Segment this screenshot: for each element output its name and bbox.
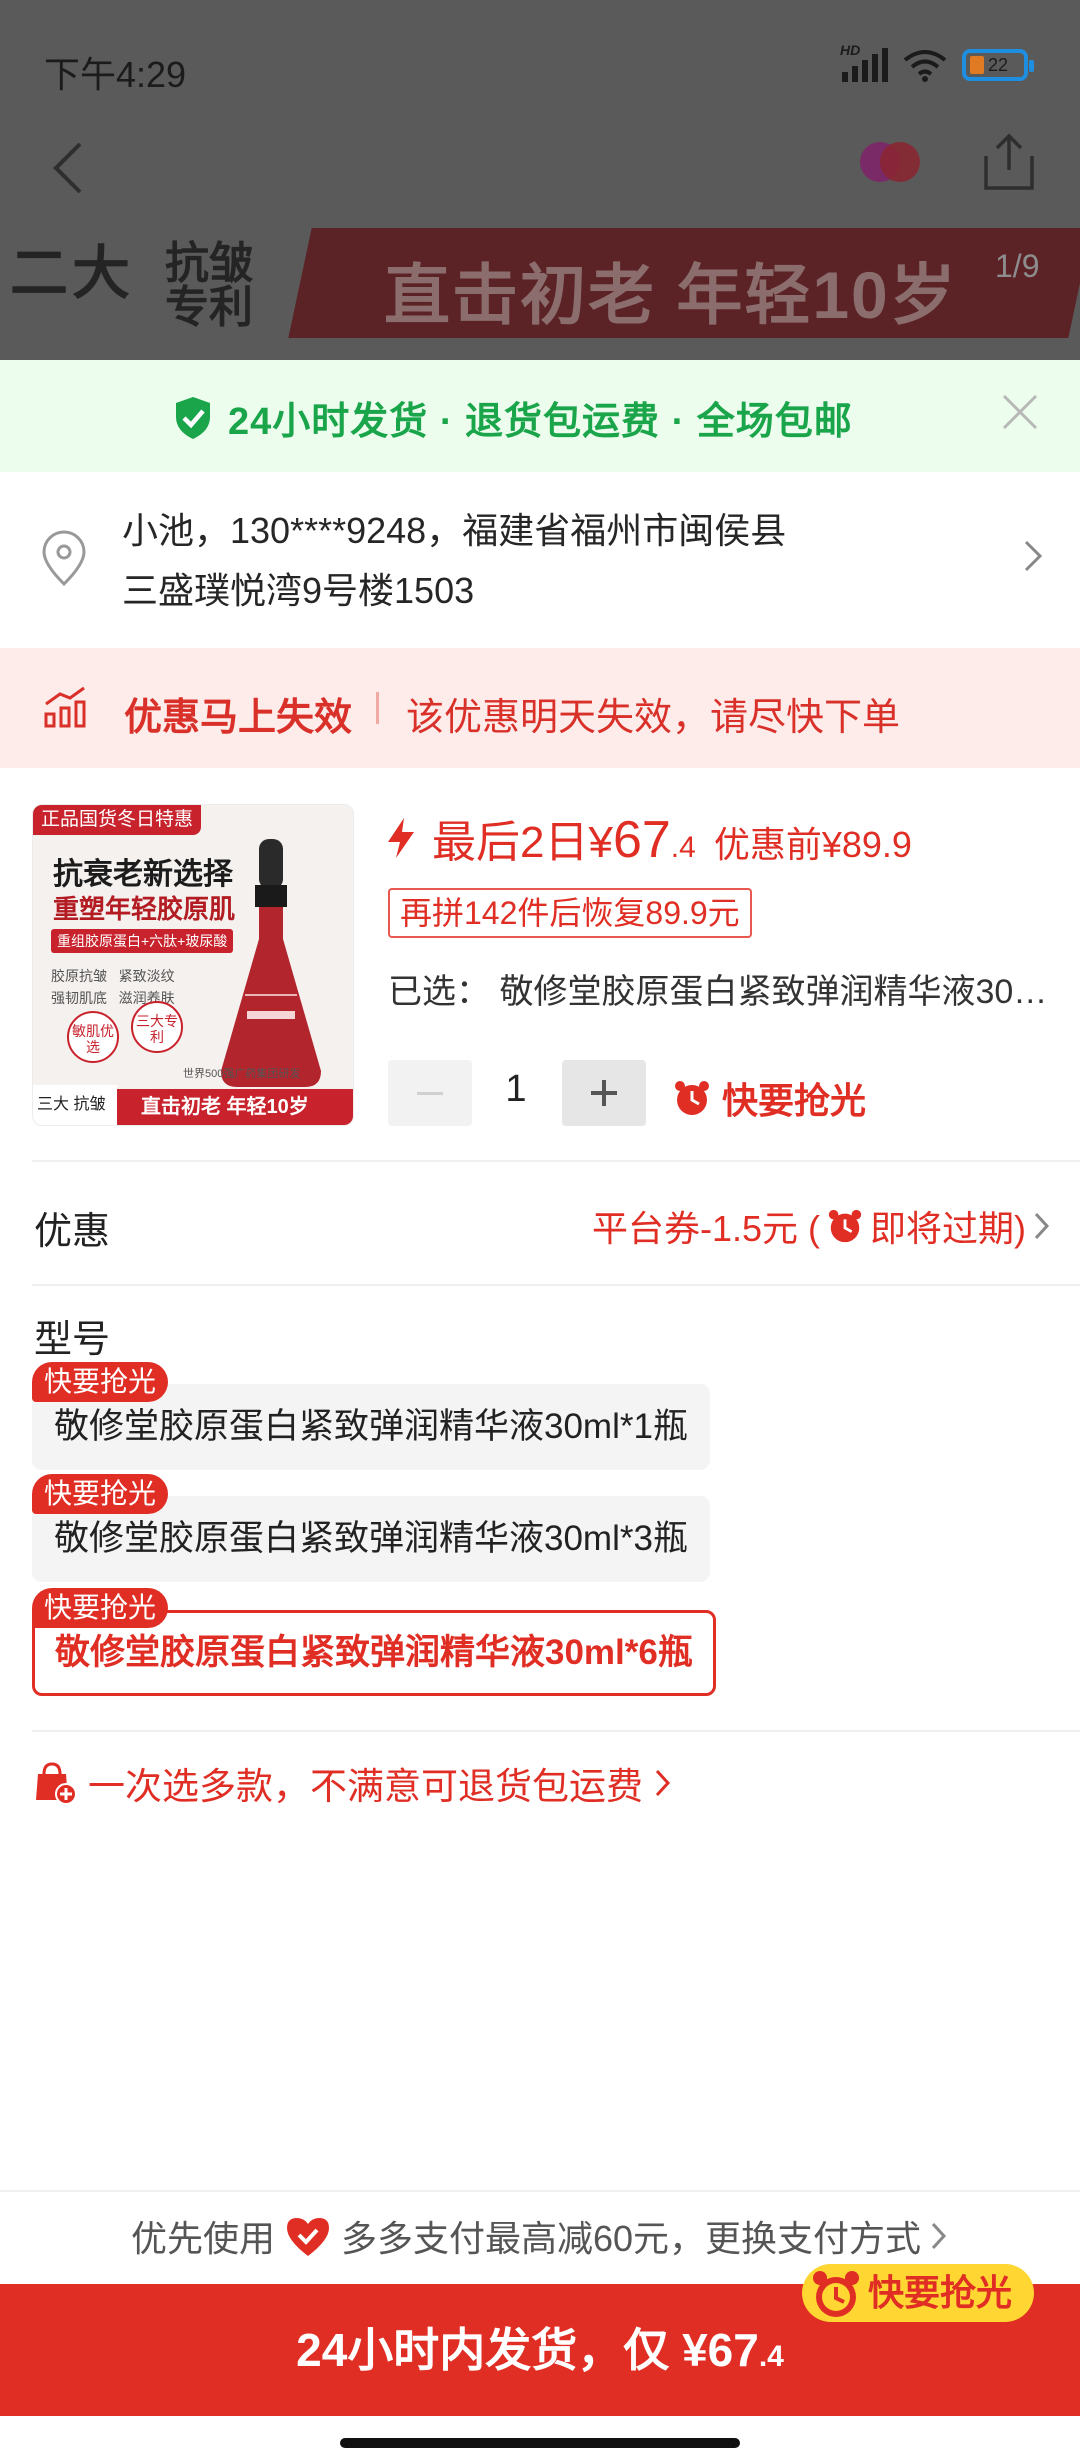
shield-check-icon [176,396,210,439]
original-price: 优惠前¥89.9 [713,824,912,865]
model-section-label: 型号 [34,1319,111,1361]
address-line-2: 三盛璞悦湾9号楼1503 [122,570,475,611]
banner-left-text: 二大 [10,241,135,306]
shipping-guarantee-text: 24小时发货 · 退货包运费 · 全场包邮 [228,401,853,443]
stock-warning: 快要抢光 [672,1072,866,1124]
alarm-clock-icon [813,2271,859,2317]
heart-shield-icon [286,2218,329,2256]
divider [32,1160,1080,1162]
promo-title: 优惠马上失效 [124,697,353,739]
cta-badge-text: 快要抢光 [868,2272,1013,2313]
coupon-value: 平台券-1.5元 ( [591,1208,820,1249]
option-stock-tag: 快要抢光 [32,1588,169,1628]
close-icon[interactable] [1000,392,1040,432]
divider [32,1730,1080,1732]
thumb-badge-sensitive: 敏肌优选 [67,1011,119,1063]
thumb-badge-patent: 三大专利 [131,1001,183,1053]
divider [32,1284,1080,1286]
thumb-ingredients: 重组胶原蛋白+六肽+玻尿酸 [51,929,234,953]
thumb-footer: 三大 抗皱专利 直击初老 年轻10岁 [33,1085,353,1125]
shipping-guarantee-bar: 24小时发货 · 退货包运费 · 全场包邮 [0,360,1080,472]
alarm-clock-icon [828,1209,862,1243]
brand-logo-icon [860,140,924,184]
divider [0,2190,1080,2192]
thumb-promo-tag: 正品国货冬日特惠 [33,805,202,835]
thumb-subhead: 重塑年轻胶原肌 [53,894,236,924]
selected-variant: 已选： 敬修堂胶原蛋白紧致弹润精华液30ml*6瓶 [388,973,1048,1011]
home-indicator[interactable] [340,2438,740,2448]
price-row: 最后2日¥ 67 .4 优惠前¥89.9 [384,806,912,870]
share-icon[interactable] [980,130,1038,192]
thumb-world-text: 世界500强广药集团研发 [183,1068,301,1080]
sku-selection-sheet: 24小时发货 · 退货包运费 · 全场包邮 小池，130****9248，福建省… [0,360,1080,2460]
battery-icon: 22 [962,49,1034,81]
restore-price-tag: 再拼142件后恢复89.9元 [388,888,752,938]
status-icons: HD 22 [840,42,1034,82]
coupon-label: 优惠 [34,1211,111,1253]
stock-warning-text: 快要抢光 [722,1080,867,1121]
thumb-feature: 强韧肌底 [51,990,107,1006]
product-gallery-backdrop: 下午4:29 HD 22 二大 抗皱专利 直击初老 年轻10岁 1/9 [0,0,1080,362]
chevron-right-icon [1024,540,1043,572]
promo-divider [376,692,379,724]
chevron-right-icon [931,2222,947,2250]
multi-select-promo[interactable]: 一次选多款，不满意可退货包运费 [32,1756,673,1810]
lightning-icon [388,818,414,858]
hd-label: HD [840,42,861,58]
address-line-1: 小池，130****9248，福建省福州市闽侯县 [122,510,787,551]
product-thumbnail[interactable]: 正品国货冬日特惠 抗衰老新选择 重塑年轻胶原肌 重组胶原蛋白+六肽+玻尿酸 胶原… [32,804,354,1126]
gallery-page-indicator: 1/9 [995,248,1040,284]
coupon-expiring: 即将过期) [870,1208,1026,1249]
payment-text: 多多支付最高减60元，更换支付方式 [340,2218,922,2259]
shipping-address[interactable]: 小池，130****9248，福建省福州市闽侯县 三盛璞悦湾9号楼1503 [0,472,1080,640]
coupon-selector[interactable]: 平台券-1.5元 ( 即将过期) [592,1200,1052,1252]
banner-main-text: 直击初老 年轻10岁 [384,258,958,332]
status-bar: 下午4:29 HD 22 [0,0,1080,130]
serum-bottle-icon [221,839,321,1087]
quantity-increase-button[interactable] [562,1060,646,1126]
chevron-right-icon [655,1769,671,1797]
location-pin-icon [42,530,86,587]
signal-icon: HD [840,42,888,82]
chevron-right-icon [1034,1212,1050,1240]
cta-stock-badge: 快要抢光 [802,2264,1035,2322]
back-arrow-icon[interactable] [44,138,92,198]
shopping-bag-plus-icon [36,1762,77,1805]
thumb-feature: 胶原抗皱 [51,968,107,984]
promo-text: 该优惠明天失效，请尽快下单 [406,697,901,739]
payment-method-row[interactable]: 优先使用 多多支付最高减60元，更换支付方式 [0,2210,1080,2262]
quantity-decrease-button[interactable] [388,1060,472,1126]
price-decimal: .4 [670,831,696,864]
quantity-value[interactable]: 1 [480,1068,552,1111]
option-stock-tag: 快要抢光 [32,1474,169,1514]
battery-level: 22 [988,54,1009,75]
thumb-footer-right: 直击初老 年轻10岁 [117,1089,353,1125]
gallery-banner[interactable]: 二大 抗皱专利 直击初老 年轻10岁 1/9 [0,220,1080,350]
thumb-footer-left: 三大 抗皱专利 [33,1085,117,1125]
banner-left-subtext: 抗皱专利 [165,239,253,332]
thumb-feature: 紧致淡纹 [118,968,175,984]
thumb-headline: 抗衰老新选择 [53,858,233,891]
option-stock-tag: 快要抢光 [32,1362,169,1402]
wifi-icon [903,50,947,82]
alarm-clock-icon [675,1081,709,1115]
price-prefix: 最后2日¥ [432,818,613,867]
price-integer: 67 [612,811,671,869]
multi-select-text: 一次选多款，不满意可退货包运费 [88,1766,643,1807]
promo-expiry-bar: 优惠马上失效 该优惠明天失效，请尽快下单 [0,648,1080,768]
status-time: 下午4:29 [44,54,187,95]
payment-prefix: 优先使用 [130,2218,275,2259]
trend-chart-icon [44,686,86,728]
